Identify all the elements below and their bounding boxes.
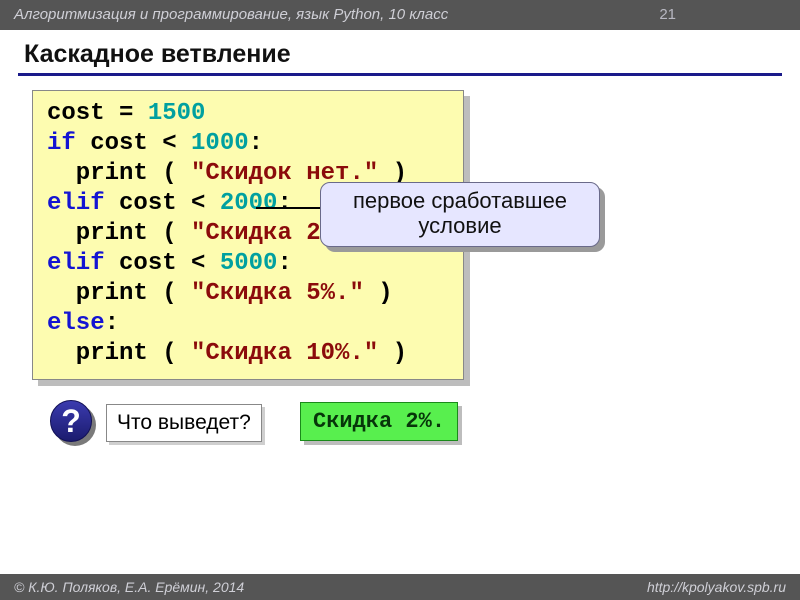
answer-text: Скидка 2%. xyxy=(300,402,458,441)
answer-box: Скидка 2%. xyxy=(300,402,458,441)
footer-bar: © К.Ю. Поляков, Е.А. Ерёмин, 2014 http:/… xyxy=(0,574,800,600)
title-underline xyxy=(18,73,782,76)
question-text: Что выведет? xyxy=(106,404,262,442)
question-mark-icon: ? xyxy=(50,400,96,446)
header-bar: Алгоритмизация и программирование, язык … xyxy=(0,0,800,30)
callout-line2: условие xyxy=(337,214,583,239)
slide-title: Каскадное ветвление xyxy=(0,30,800,73)
callout-line1: первое сработавшее xyxy=(337,189,583,214)
page-number: 21 xyxy=(659,0,786,30)
course-title: Алгоритмизация и программирование, язык … xyxy=(14,0,448,30)
question-row: ? Что выведет? xyxy=(50,400,262,446)
question-text-box: Что выведет? xyxy=(106,404,262,442)
footer-copyright: © К.Ю. Поляков, Е.А. Ерёмин, 2014 xyxy=(14,579,244,595)
callout: первое сработавшее условие xyxy=(320,182,600,247)
footer-url: http://kpolyakov.spb.ru xyxy=(647,579,786,595)
